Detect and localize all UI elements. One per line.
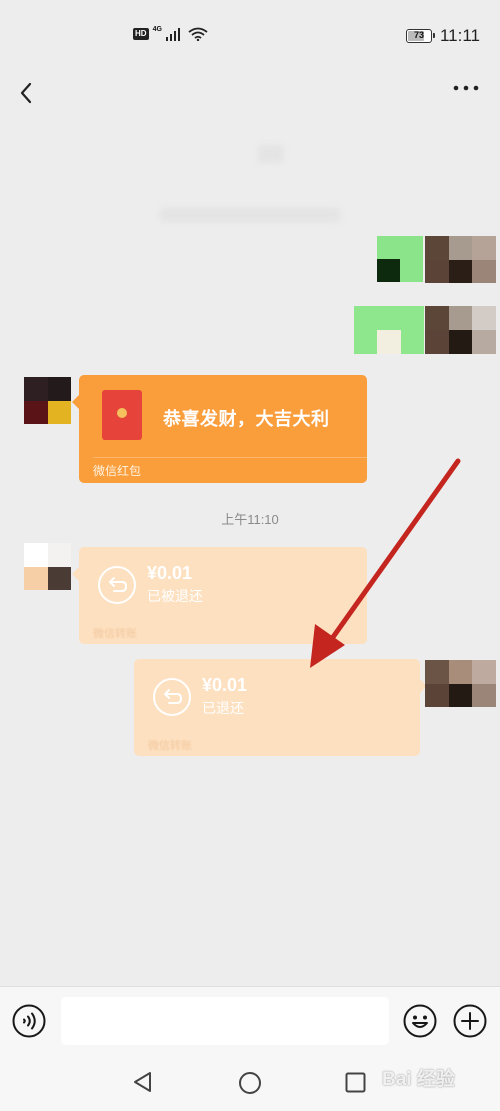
watermark-text: Bai 经验: [382, 1069, 455, 1090]
transfer-message-sent[interactable]: ¥0.01 已退还 微信转账: [134, 659, 427, 756]
more-dots-icon: [453, 85, 479, 91]
avatar[interactable]: [24, 377, 71, 424]
divider: [93, 457, 367, 458]
blurred-element: [160, 208, 340, 222]
avatar[interactable]: [425, 306, 496, 354]
voice-button[interactable]: [12, 1004, 46, 1038]
transfer-footer: 微信转账: [93, 628, 137, 640]
emoji-button[interactable]: [403, 1004, 437, 1038]
status-right: 73 11:11: [405, 26, 480, 46]
transfer-amount: ¥0.01: [147, 563, 193, 583]
message-timestamp: 上午11:10: [221, 512, 279, 527]
nav-home-button[interactable]: [238, 1071, 262, 1095]
emoji-icon: [403, 1004, 437, 1038]
nav-back-icon: [134, 1072, 151, 1092]
wifi-icon: [188, 27, 208, 41]
signal-bars-icon: [165, 27, 180, 41]
message-image[interactable]: [377, 236, 423, 282]
transfer-amount: ¥0.01: [202, 675, 248, 695]
nav-recent-button[interactable]: [345, 1072, 366, 1093]
avatar[interactable]: [425, 236, 496, 283]
battery-tip: [432, 33, 435, 38]
chat-header: [0, 62, 500, 114]
plus-icon: [453, 1004, 487, 1038]
plus-button[interactable]: [453, 1004, 487, 1038]
more-button[interactable]: [448, 74, 484, 102]
status-time: 11:11: [439, 26, 480, 45]
status-bar: HD 4G 73 11:11: [0, 0, 500, 62]
transfer-status: 已退还: [202, 700, 244, 716]
message-image[interactable]: [354, 306, 424, 354]
voice-icon: [12, 1004, 46, 1038]
status-left: HD 4G: [133, 25, 208, 41]
battery-percent: 73: [413, 30, 424, 40]
network-type: 4G: [152, 25, 162, 33]
transfer-footer: 微信转账: [148, 740, 192, 752]
red-packet-footer: 微信红包: [93, 464, 142, 478]
chevron-left-icon: [20, 82, 32, 104]
battery-icon: 73: [405, 29, 435, 43]
nav-home-icon: [239, 1072, 261, 1094]
blurred-element: [258, 145, 284, 163]
transfer-message-received[interactable]: ¥0.01 已被退还 微信转账: [72, 547, 367, 644]
red-packet-icon: [102, 390, 142, 440]
message-input[interactable]: [61, 997, 389, 1045]
nav-recent-icon: [345, 1072, 366, 1093]
hd-badge: HD: [133, 28, 149, 40]
watermark: Bai 经验: [382, 1058, 492, 1098]
red-packet-greeting: 恭喜发财，大吉大利: [163, 409, 330, 429]
refund-icon: [98, 566, 136, 604]
nav-back-button[interactable]: [132, 1071, 154, 1093]
refund-icon: [153, 678, 191, 716]
avatar[interactable]: [425, 660, 496, 707]
back-button[interactable]: [10, 70, 46, 106]
transfer-status: 已被退还: [147, 588, 203, 604]
input-bar: [0, 986, 500, 1054]
red-packet-message[interactable]: 恭喜发财，大吉大利 微信红包: [72, 375, 367, 483]
avatar[interactable]: [24, 543, 71, 590]
